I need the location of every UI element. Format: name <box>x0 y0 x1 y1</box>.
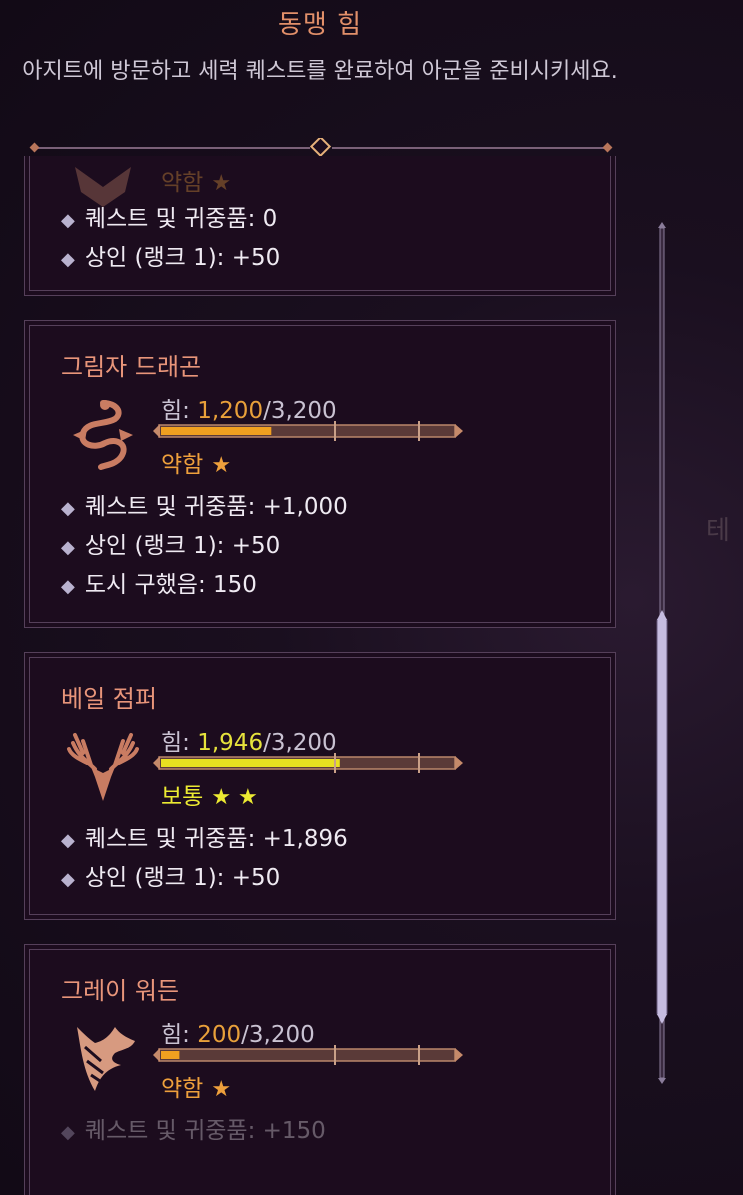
power-progress-fill <box>161 759 340 767</box>
faction-rank: 약함 ★ <box>161 170 232 196</box>
header-title: 동맹 힘 <box>277 10 363 40</box>
stat-line: ◆ 퀘스트 및 귀중품: 0 <box>61 206 278 232</box>
header-description: 아지트에 방문하고 세력 퀘스트를 완료하여 아군을 준비시키세요. <box>22 59 618 84</box>
diamond-bullet-icon: ◆ <box>61 576 75 597</box>
faction-card-shadow-dragon[interactable]: 그림자 드래곤 힘: 1,200/3,200 약함 ★ ◆ 퀘스트 및 귀중품: +… <box>24 320 616 628</box>
power-progress-fill <box>161 1051 180 1059</box>
diamond-bullet-icon: ◆ <box>61 537 75 558</box>
header-divider <box>29 138 613 158</box>
stat-line: ◆ 상인 (랭크 1): +50 <box>61 865 281 891</box>
stat-line: ◆ 퀘스트 및 귀중품: +1,000 <box>61 494 348 520</box>
faction-rank: 보통 ★ ★ <box>161 784 258 810</box>
faction-name: 베일 점퍼 <box>61 685 157 713</box>
power-progress-bar <box>153 421 463 441</box>
faction-card-veil-jumper[interactable]: 베일 점퍼 힘: 1,946/3,200 보통 ★ ★ ◆ 퀘스트 및 귀중품: +… <box>24 652 616 920</box>
faction-name: 그레이 워든 <box>61 977 180 1005</box>
faction-rank: 약함 ★ <box>161 452 232 478</box>
scrollbar[interactable] <box>652 222 672 1084</box>
faction-power: 힘: 200/3,200 <box>161 1022 315 1048</box>
stat-line: ◆ 퀘스트 및 귀중품: +1,896 <box>61 826 348 852</box>
shadow-dragon-emblem-icon <box>65 395 141 471</box>
faction-name: 그림자 드래곤 <box>61 353 202 381</box>
faction-power: 힘: 1,200/3,200 <box>161 398 337 424</box>
diamond-bullet-icon: ◆ <box>61 869 75 890</box>
power-progress-fill <box>161 427 272 435</box>
diamond-bullet-icon: ◆ <box>61 1122 75 1143</box>
faction-card-grey-warden[interactable]: 그레이 워든 힘: 200/3,200 약함 ★ ◆ 퀘스트 및 귀중품: +150 <box>24 944 616 1195</box>
grey-warden-emblem-icon <box>65 1019 141 1095</box>
diamond-bullet-icon: ◆ <box>61 210 75 231</box>
scrollbar-thumb[interactable] <box>656 610 668 1024</box>
diamond-bullet-icon: ◆ <box>61 498 75 519</box>
stat-line: ◆ 도시 구했음: 150 <box>61 572 257 598</box>
stat-line: ◆ 퀘스트 및 귀중품: +150 <box>61 1118 326 1144</box>
faction-power: 힘: 1,946/3,200 <box>161 730 337 756</box>
power-progress-bar <box>153 1045 463 1065</box>
power-progress-bar <box>153 753 463 773</box>
background-side-text: 테 <box>706 516 730 546</box>
faction-card: 약함 ★ ◆ 퀘스트 및 귀중품: 0 ◆ 상인 (랭크 1): +50 <box>24 156 616 296</box>
veil-jumper-emblem-icon <box>65 727 141 803</box>
stat-line: ◆ 상인 (랭크 1): +50 <box>61 245 281 271</box>
faction-rank: 약함 ★ <box>161 1076 232 1102</box>
faction-list[interactable]: 약함 ★ ◆ 퀘스트 및 귀중품: 0 ◆ 상인 (랭크 1): +50 그림자 드래… <box>0 156 640 1195</box>
stat-line: ◆ 상인 (랭크 1): +50 <box>61 533 281 559</box>
diamond-bullet-icon: ◆ <box>61 249 75 270</box>
diamond-bullet-icon: ◆ <box>61 830 75 851</box>
